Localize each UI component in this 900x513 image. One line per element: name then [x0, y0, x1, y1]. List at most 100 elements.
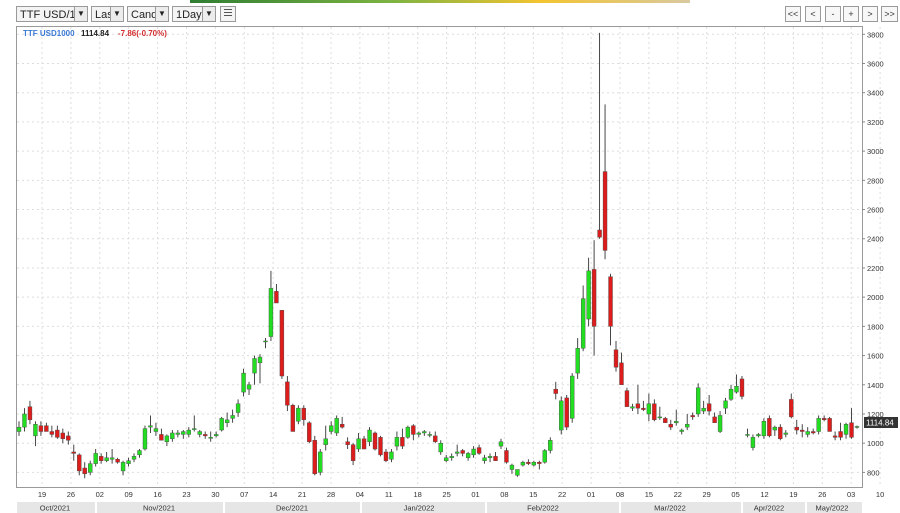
candle-body: [843, 424, 849, 435]
candle-body: [290, 405, 296, 432]
candle-body: [838, 431, 843, 438]
x-month-label: Nov/2021: [143, 504, 175, 513]
candle-body: [350, 444, 356, 461]
candle-body: [444, 457, 449, 461]
x-day-label: 09: [125, 490, 133, 499]
candle: [542, 449, 547, 464]
candle-body: [66, 435, 71, 441]
candlestick-chart[interactable]: 8001000120014001600180020002200240026002…: [0, 0, 900, 513]
candle: [290, 403, 296, 432]
candle-body: [537, 461, 542, 464]
candle-body: [800, 429, 805, 432]
x-day-label: 02: [96, 490, 104, 499]
candle-body: [109, 457, 115, 460]
candle-body: [745, 434, 750, 436]
candle-body: [372, 432, 378, 450]
candle-body: [142, 428, 148, 450]
candle-body: [761, 421, 767, 437]
candle-body: [394, 437, 400, 447]
candle-body: [685, 424, 690, 428]
candle-body: [635, 403, 641, 409]
candle-body: [487, 456, 493, 458]
candle-body: [564, 397, 569, 428]
x-day-label: 14: [269, 490, 277, 499]
candle-body: [82, 467, 87, 475]
y-tick-label: 1600: [867, 352, 884, 361]
candle-body: [389, 451, 394, 460]
x-axis: 19 26 02 09 16 23 30 07 14 21 28 04 11 18 25 01 08 15 22 01…: [17, 490, 884, 513]
candle-body: [88, 463, 93, 473]
candle-body: [120, 461, 126, 472]
candle-body: [641, 407, 646, 410]
candle-body: [515, 469, 520, 476]
x-day-label: 22: [674, 490, 682, 499]
candle-body: [509, 464, 515, 470]
candle-body: [794, 426, 799, 431]
header-symbol: TTF USD1000: [23, 29, 75, 38]
candle: [312, 435, 317, 476]
x-month-label: Jan/2022: [404, 504, 435, 513]
candle: [695, 383, 701, 417]
candle-body: [329, 425, 334, 432]
candle-body: [137, 450, 142, 456]
candle-body: [214, 434, 219, 437]
candle-body: [570, 375, 575, 419]
candle-body: [657, 416, 662, 419]
y-tick-label: 1400: [867, 381, 884, 390]
candle-body: [471, 448, 476, 456]
candle-body: [482, 457, 487, 461]
x-day-label: 25: [442, 490, 450, 499]
candle-body: [186, 429, 191, 435]
y-tick-label: 3600: [867, 60, 884, 69]
candle: [564, 395, 569, 431]
candle: [767, 415, 772, 438]
y-tick-label: 2200: [867, 264, 884, 273]
x-day-label: 15: [529, 490, 537, 499]
candle-body: [679, 429, 684, 432]
y-tick-label: 3000: [867, 147, 884, 156]
candle-body: [663, 418, 668, 423]
candle-body: [701, 407, 706, 412]
candle-body: [739, 378, 745, 397]
candle: [279, 310, 285, 379]
candle-body: [498, 441, 504, 447]
x-day-label: 05: [731, 490, 739, 499]
x-day-label: 18: [414, 490, 422, 499]
candle: [405, 425, 411, 439]
x-day-label: 10: [876, 490, 884, 499]
x-day-label: 08: [500, 490, 508, 499]
y-tick-label: 800: [867, 468, 880, 477]
x-day-label: 22: [558, 490, 566, 499]
candle-body: [318, 451, 323, 473]
x-month-label: Mar/2022: [654, 504, 686, 513]
candle-body: [832, 435, 838, 438]
candle-body: [345, 441, 350, 445]
candle-body: [197, 431, 202, 435]
last-price-label: 1114.84: [866, 419, 894, 428]
x-day-label: 30: [211, 490, 219, 499]
candle-body: [827, 418, 832, 432]
candle-body: [476, 447, 482, 454]
candle-body: [613, 349, 619, 368]
candle-body: [257, 356, 263, 364]
candle-body: [416, 432, 422, 435]
x-day-label: 03: [847, 490, 855, 499]
candle-body: [580, 298, 586, 349]
candle: [761, 418, 767, 439]
candle-body: [60, 432, 65, 440]
candle-body: [49, 431, 55, 435]
x-day-label: 23: [182, 490, 190, 499]
candle-body: [181, 431, 186, 435]
x-day-label: 19: [789, 490, 797, 499]
candle-body: [695, 387, 701, 415]
candle: [827, 416, 832, 432]
candle: [739, 376, 745, 400]
x-day-label: 16: [153, 490, 161, 499]
x-day-label: 11: [385, 490, 393, 499]
x-day-label: 12: [760, 490, 768, 499]
candle-body: [71, 451, 76, 454]
candle-body: [646, 403, 652, 415]
last-price-marker: 1114.84: [864, 417, 898, 428]
candle-body: [339, 424, 345, 428]
candle-body: [433, 435, 438, 442]
